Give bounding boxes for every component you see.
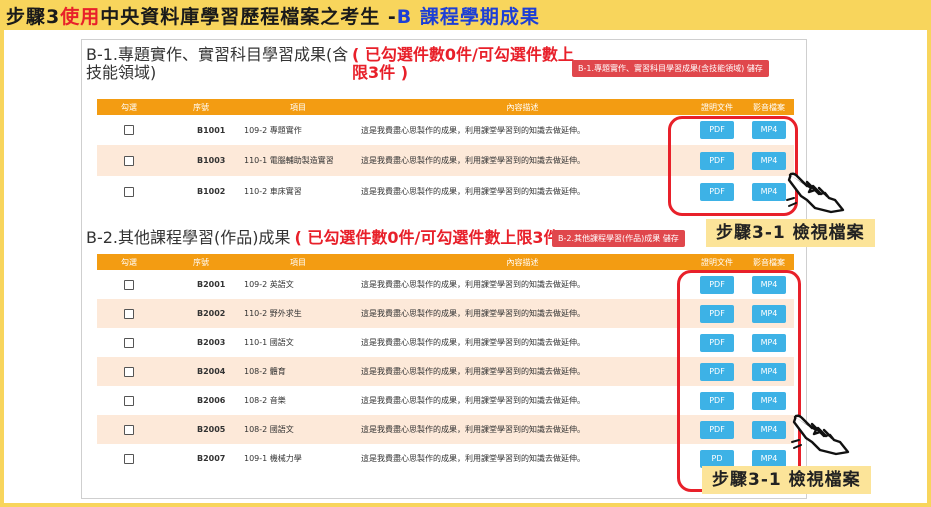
row-checkbox[interactable]	[124, 395, 134, 406]
row-item: 110-1 電腦輔助製造實習	[244, 156, 334, 165]
header-no: 序號	[193, 102, 209, 112]
header-proof: 證明文件	[701, 102, 733, 112]
row-no: B2003	[197, 338, 226, 347]
section-b2-count: ( 已勾選件數0件/可勾選件數上限3件 )	[294, 228, 573, 247]
header-step: 步驟3	[6, 5, 61, 28]
row-item: 108-2 國語文	[244, 425, 294, 434]
section-b1-title-line1: B-1.專題實作、實習科目學習成果(含	[86, 45, 349, 64]
row-no: B2007	[197, 454, 226, 463]
row-item: 108-2 音樂	[244, 396, 286, 405]
row-no: B1001	[197, 125, 226, 135]
row-checkbox[interactable]	[124, 186, 134, 197]
pointing-hand-icon	[791, 414, 850, 456]
row-no: B2002	[197, 309, 226, 318]
row-desc: 這是我費盡心思製作的成果，利用課堂學習到的知識去做延伸。	[361, 454, 585, 463]
header-title-blue: B 課程學期成果	[396, 5, 540, 28]
callout-step-3-1-top: 步驟3-1 檢視檔案	[706, 219, 875, 247]
header-check: 勾選	[121, 102, 137, 112]
row-checkbox[interactable]	[124, 279, 134, 290]
row-item: 108-2 體育	[244, 367, 286, 376]
row-desc: 這是我費盡心思製作的成果，利用課堂學習到的知識去做延伸。	[361, 125, 585, 135]
page-header: 步驟3 使用 中央資料庫學習歷程檔案之考生 - B 課程學期成果	[0, 0, 931, 30]
section-b1-save-button[interactable]: B-1.專題實作、實習科目學習成果(含技能領域) 儲存	[572, 60, 769, 77]
row-item: 109-1 機械力學	[244, 454, 302, 463]
row-checkbox[interactable]	[124, 424, 134, 435]
row-checkbox[interactable]	[124, 308, 134, 319]
row-no: B2004	[197, 367, 226, 376]
row-no: B2005	[197, 425, 226, 434]
row-checkbox[interactable]	[124, 155, 134, 166]
section-b1-title-line2: 技能領域)	[86, 63, 157, 82]
section-b2-title-text: B-2.其他課程學習(作品)成果	[86, 228, 291, 247]
row-desc: 這是我費盡心思製作的成果，利用課堂學習到的知識去做延伸。	[361, 338, 585, 347]
highlight-box-b1-files	[668, 116, 798, 216]
section-b1-count-line1: ( 已勾選件數0件/可勾選件數上	[352, 45, 574, 64]
row-checkbox[interactable]	[124, 453, 134, 464]
row-desc: 這是我費盡心思製作的成果，利用課堂學習到的知識去做延伸。	[361, 425, 585, 434]
row-no: B1003	[197, 156, 226, 165]
row-desc: 這是我費盡心思製作的成果，利用課堂學習到的知識去做延伸。	[361, 396, 585, 405]
header-middle: 中央資料庫學習歷程檔案之考生 -	[100, 5, 397, 28]
row-no: B1002	[197, 187, 226, 196]
section-b2-title: B-2.其他課程學習(作品)成果( 已勾選件數0件/可勾選件數上限3件 )	[86, 229, 572, 247]
header-proof: 證明文件	[701, 257, 733, 267]
pointing-hand-icon	[786, 172, 845, 214]
section-b1-count: ( 已勾選件數0件/可勾選件數上 限3件 )	[352, 46, 574, 82]
header-video: 影音檔案	[753, 257, 785, 267]
table-b1-header: 勾選 序號 項目 內容描述 證明文件 影音檔案	[97, 99, 794, 115]
header-desc: 內容描述	[506, 102, 539, 112]
highlight-box-b2-files	[677, 270, 801, 492]
header-check: 勾選	[121, 257, 137, 267]
row-item: 109-2 英語文	[244, 280, 294, 289]
table-b2-header: 勾選 序號 項目 內容描述 證明文件 影音檔案	[97, 254, 794, 270]
row-desc: 這是我費盡心思製作的成果，利用課堂學習到的知識去做延伸。	[361, 280, 585, 289]
row-checkbox[interactable]	[124, 366, 134, 377]
header-desc: 內容描述	[506, 257, 539, 267]
section-b2-save-button[interactable]: B-2.其他課程學習(作品)成果 儲存	[552, 230, 685, 247]
header-item: 項目	[290, 102, 306, 112]
row-desc: 這是我費盡心思製作的成果，利用課堂學習到的知識去做延伸。	[361, 309, 585, 318]
row-desc: 這是我費盡心思製作的成果，利用課堂學習到的知識去做延伸。	[361, 187, 585, 196]
row-desc: 這是我費盡心思製作的成果，利用課堂學習到的知識去做延伸。	[361, 156, 585, 165]
callout-step-3-1-bottom: 步驟3-1 檢視檔案	[702, 466, 871, 494]
row-item: 110-2 野外求生	[244, 309, 302, 318]
row-desc: 這是我費盡心思製作的成果，利用課堂學習到的知識去做延伸。	[361, 367, 585, 376]
row-item: 110-1 國語文	[244, 338, 294, 347]
row-checkbox[interactable]	[124, 125, 134, 135]
row-no: B2001	[197, 280, 226, 289]
row-item: 109-2 專題實作	[244, 125, 302, 135]
header-video: 影音檔案	[753, 102, 785, 112]
header-item: 項目	[290, 257, 306, 267]
section-b1-title: B-1.專題實作、實習科目學習成果(含 技能領域)	[86, 46, 348, 82]
header-use-word: 使用	[60, 5, 101, 28]
row-checkbox[interactable]	[124, 337, 134, 348]
header-no: 序號	[193, 257, 209, 267]
row-no: B2006	[197, 396, 226, 405]
row-item: 110-2 車床實習	[244, 187, 302, 196]
section-b1-count-line2: 限3件 )	[352, 63, 409, 82]
